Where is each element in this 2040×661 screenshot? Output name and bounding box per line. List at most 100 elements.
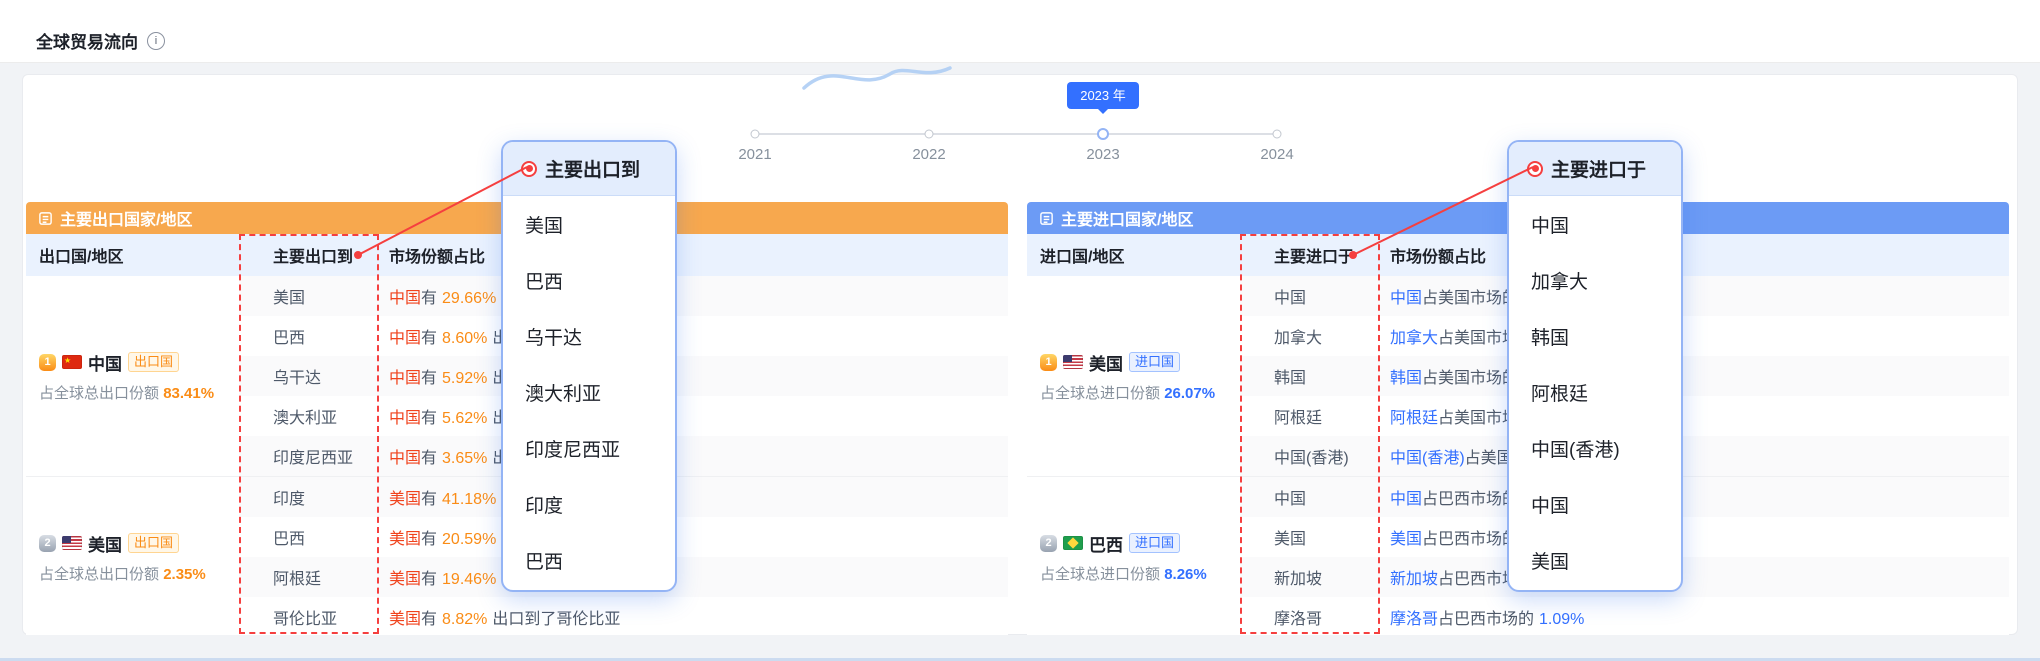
popup-item[interactable]: 加拿大 xyxy=(1509,252,1681,308)
partner-name: 中国 xyxy=(1240,284,1380,308)
import-column-popup: 主要进口于 中国 加拿大 韩国 阿根廷 中国(香港) 中国 美国 xyxy=(1507,140,1683,592)
share-value: 2.35% xyxy=(163,566,206,583)
import-table-title: 主要进口国家/地区 xyxy=(1061,206,1193,230)
market-share-text: 中国有8.60%出... xyxy=(379,324,1008,348)
market-share-text: 中国(香港)占美国... xyxy=(1380,444,2009,468)
market-share-text: 美国有8.82%出口到了哥伦比亚 xyxy=(379,605,1008,629)
partner-name: 中国 xyxy=(1240,485,1380,509)
partner-name: 乌干达 xyxy=(239,364,379,388)
rank-2-medal-icon: 2 xyxy=(1040,535,1057,552)
share-value: 83.41% xyxy=(163,385,214,402)
export-table-title: 主要出口国家/地区 xyxy=(60,206,192,230)
target-dot-icon xyxy=(521,161,537,177)
global-share-text: 占全球总进口份额 26.07% xyxy=(1040,382,1240,403)
popup-item[interactable]: 中国 xyxy=(1509,476,1681,532)
market-share-text: 阿根廷占美国市场... xyxy=(1380,404,2009,428)
market-share-text: 中国有5.62%出... xyxy=(379,404,1008,428)
popup-item[interactable]: 韩国 xyxy=(1509,308,1681,364)
timeline-dot-2021[interactable] xyxy=(751,130,760,139)
partner-name: 加拿大 xyxy=(1240,324,1380,348)
column-header: 市场份额占比 xyxy=(1380,243,2009,267)
export-popup-title: 主要出口到 xyxy=(545,155,640,182)
popup-item[interactable]: 美国 xyxy=(1509,532,1681,588)
column-header: 主要出口到 xyxy=(239,243,379,267)
page-title-text: 全球贸易流向 xyxy=(36,28,138,53)
timeline-dot-2022[interactable] xyxy=(925,130,934,139)
popup-item[interactable]: 美国 xyxy=(503,196,675,252)
market-share-text: 韩国占美国市场的... xyxy=(1380,364,2009,388)
market-share-text: 美国占巴西市场的... xyxy=(1380,525,2009,549)
info-icon[interactable] xyxy=(147,32,165,50)
popup-item[interactable]: 中国 xyxy=(1509,196,1681,252)
partner-name: 巴西 xyxy=(239,525,379,549)
exporter-badge: 出口国 xyxy=(128,352,179,373)
global-share-text: 占全球总出口份额 83.41% xyxy=(39,382,239,403)
partner-name: 韩国 xyxy=(1240,364,1380,388)
partner-name: 美国 xyxy=(239,284,379,308)
rank-1-medal-icon: 1 xyxy=(39,354,56,371)
import-popup-header: 主要进口于 xyxy=(1509,142,1681,196)
market-share-text: 新加坡占巴西市场... xyxy=(1380,565,2009,589)
market-share-text: 中国有3.65%出... xyxy=(379,444,1008,468)
popup-item[interactable]: 巴西 xyxy=(503,532,675,588)
timeline-year-label: 2022 xyxy=(889,146,969,163)
usa-flag-icon xyxy=(1063,355,1083,369)
popup-item[interactable]: 中国(香港) xyxy=(1509,420,1681,476)
rank-2-medal-icon: 2 xyxy=(39,535,56,552)
share-value: 8.26% xyxy=(1164,566,1207,583)
popup-item[interactable]: 澳大利亚 xyxy=(503,364,675,420)
list-icon xyxy=(1039,211,1054,226)
market-share-text: 摩洛哥占巴西市场的1.09% xyxy=(1380,605,2009,629)
page: { "colors": { "accent_orange": "#F7A84E"… xyxy=(0,0,2040,661)
page-title: 全球贸易流向 xyxy=(36,28,165,53)
popup-item[interactable]: 印度 xyxy=(503,476,675,532)
timeline-track[interactable] xyxy=(755,133,1277,135)
import-popup-list: 中国 加拿大 韩国 阿根廷 中国(香港) 中国 美国 xyxy=(1509,196,1681,588)
export-column-popup: 主要出口到 美国 巴西 乌干达 澳大利亚 印度尼西亚 印度 巴西 xyxy=(501,140,677,592)
partner-name: 新加坡 xyxy=(1240,565,1380,589)
market-share-text: 中国占美国市场的... xyxy=(1380,284,2009,308)
trade-row[interactable]: 摩洛哥 摩洛哥占巴西市场的1.09% xyxy=(1240,597,2009,635)
market-share-text: 加拿大占美国市场... xyxy=(1380,324,2009,348)
topbar: 全球贸易流向 xyxy=(0,0,2040,63)
exporter-badge: 出口国 xyxy=(128,533,179,554)
partner-name: 澳大利亚 xyxy=(239,404,379,428)
timeline-dot-2023-selected[interactable] xyxy=(1097,128,1109,140)
importer-badge: 进口国 xyxy=(1129,352,1180,373)
popup-item[interactable]: 印度尼西亚 xyxy=(503,420,675,476)
importer-badge: 进口国 xyxy=(1129,533,1180,554)
market-share-text: 美国有19.46%出... xyxy=(379,565,1008,589)
share-value: 26.07% xyxy=(1164,385,1215,402)
partner-name: 印度 xyxy=(239,485,379,509)
country-name: 巴西 xyxy=(1089,531,1123,556)
import-popup-title: 主要进口于 xyxy=(1551,155,1646,182)
partner-name: 美国 xyxy=(1240,525,1380,549)
timeline-year-label: 2024 xyxy=(1237,146,1317,163)
partner-name: 哥伦比亚 xyxy=(239,605,379,629)
market-share-text: 中国有5.92%出... xyxy=(379,364,1008,388)
partner-name: 印度尼西亚 xyxy=(239,444,379,468)
market-share-text: 中国占巴西市场的... xyxy=(1380,485,2009,509)
list-icon xyxy=(38,211,53,226)
partner-name: 阿根廷 xyxy=(1240,404,1380,428)
target-dot-icon xyxy=(1527,161,1543,177)
popup-item[interactable]: 巴西 xyxy=(503,252,675,308)
country-name: 美国 xyxy=(88,531,122,556)
brazil-flag-icon xyxy=(1063,536,1083,550)
timeline-year-label: 2021 xyxy=(715,146,795,163)
year-tooltip: 2023 年 xyxy=(1067,82,1139,109)
exporter-cell: 2 美国 出口国 占全球总出口份额 2.35% xyxy=(26,477,239,635)
usa-flag-icon xyxy=(62,536,82,550)
column-header: 市场份额占比 xyxy=(379,243,1008,267)
partner-name: 巴西 xyxy=(239,324,379,348)
popup-item[interactable]: 阿根廷 xyxy=(1509,364,1681,420)
partner-name: 摩洛哥 xyxy=(1240,605,1380,629)
export-popup-list: 美国 巴西 乌干达 澳大利亚 印度尼西亚 印度 巴西 xyxy=(503,196,675,588)
china-flag-icon xyxy=(62,355,82,369)
export-popup-header: 主要出口到 xyxy=(503,142,675,196)
market-share-text: 中国有29.66%出... xyxy=(379,284,1008,308)
popup-item[interactable]: 乌干达 xyxy=(503,308,675,364)
rank-1-medal-icon: 1 xyxy=(1040,354,1057,371)
trade-row[interactable]: 哥伦比亚 美国有8.82%出口到了哥伦比亚 xyxy=(239,597,1008,635)
timeline-dot-2024[interactable] xyxy=(1273,130,1282,139)
